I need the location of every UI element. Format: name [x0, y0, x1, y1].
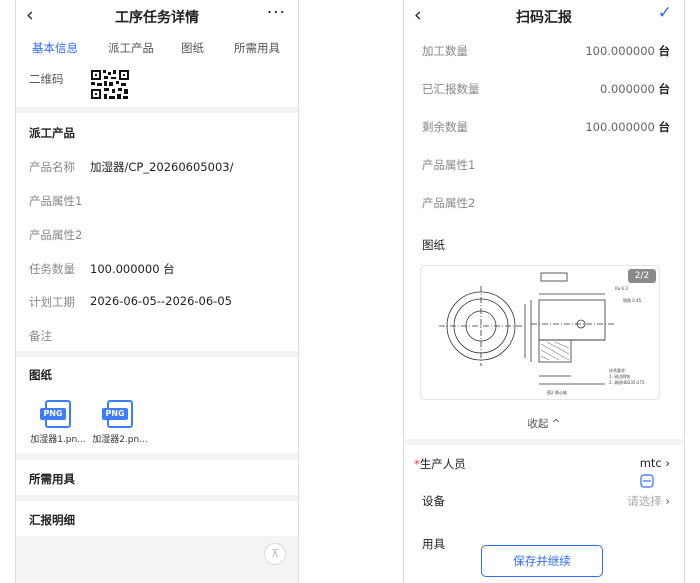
scan-report-screen: ‹ 扫码汇报 ✓ 加工数量 100.000000 台 已汇报数量 0.00000… [403, 0, 685, 583]
tools-card[interactable]: 所需用具 [16, 460, 298, 495]
drawing-label: 图纸 [422, 238, 445, 252]
info-row: 剩余数量 100.000000 台 [422, 120, 670, 134]
product-card: 派工产品 产品名称 加湿器/CP_20260605003/ 产品属性1 产品属性… [16, 113, 298, 351]
confirm-check-icon[interactable]: ✓ [658, 3, 672, 23]
svg-text:图2 隔心轴: 图2 隔心轴 [547, 389, 567, 395]
info-row: 加工数量 100.000000 台 [422, 44, 670, 58]
drawings-section-title: 图纸 [29, 368, 52, 382]
remaining-quantity-value: 100.000000 [585, 120, 655, 134]
svg-text:2. 调质HB235-275: 2. 调质HB235-275 [609, 379, 645, 385]
file-name: 加湿器1.pn... [30, 435, 86, 445]
tab-bar: 基本信息 派工产品 图纸 所需用具 [16, 32, 298, 62]
back-to-top-icon[interactable]: ⊼ [264, 543, 286, 565]
svg-text:Ra 6.3: Ra 6.3 [615, 286, 628, 291]
field-label: 产品名称 [29, 160, 75, 174]
field-label: 计划工期 [29, 295, 75, 309]
technical-drawing-image: Ra 6.3 倒角 0.45 技术要求 1. 锐边倒钝 2. 调质HB235-2… [439, 272, 645, 395]
tab-required-tools[interactable]: 所需用具 [234, 40, 280, 56]
save-and-continue-button[interactable]: 保存并继续 [481, 545, 603, 577]
drawing-page-badge: 2/2 [628, 269, 656, 283]
product-name-value: 加湿器/CP_20260605003/ [90, 160, 234, 174]
product-section-title: 派工产品 [29, 126, 75, 140]
drawing-preview[interactable]: Ra 6.3 倒角 0.45 技术要求 1. 锐边倒钝 2. 调质HB235-2… [420, 265, 660, 400]
qrcode-label: 二维码 [29, 72, 64, 86]
svg-text:倒角 0.45: 倒角 0.45 [623, 297, 642, 303]
png-file-icon: PNG [102, 400, 133, 428]
more-icon[interactable]: ··· [267, 3, 286, 23]
file-name: 加湿器2.pn... [92, 435, 148, 445]
production-staff-value: mtc [639, 456, 662, 470]
drawings-card: 图纸 PNG 加湿器1.pn... PNG 加湿器2.pn... [16, 357, 298, 453]
tools-section-title: 所需用具 [29, 472, 75, 486]
field-label: 任务数量 [29, 262, 75, 276]
tab-basic-info[interactable]: 基本信息 [32, 40, 78, 56]
equipment-label: 设备 [422, 494, 445, 508]
drawing-file-1[interactable]: PNG 加湿器1.pn... [28, 400, 88, 445]
report-section-title: 汇报明细 [29, 513, 75, 527]
task-quantity-value: 100.000000 台 [90, 262, 175, 276]
top-bar: ‹ 工序任务详情 ··· [16, 0, 298, 32]
info-row: 产品属性1 [422, 158, 476, 172]
qrcode-card: 二维码 [16, 62, 298, 107]
equipment-placeholder: 请选择 [627, 494, 662, 508]
tab-dispatched-products[interactable]: 派工产品 [108, 40, 154, 56]
field-label: 产品属性1 [29, 194, 83, 208]
top-bar: ‹ 扫码汇报 ✓ [404, 0, 684, 32]
chevron-right-icon: › [665, 456, 670, 470]
qrcode-icon[interactable] [90, 69, 130, 100]
processed-quantity-value: 100.000000 [585, 44, 655, 58]
png-file-icon: PNG [40, 400, 71, 428]
task-detail-screen: ‹ 工序任务详情 ··· 基本信息 派工产品 图纸 所需用具 二维码 派工产品 … [15, 0, 299, 583]
info-row: 产品属性2 [422, 196, 476, 210]
svg-text:1. 锐边倒钝: 1. 锐边倒钝 [609, 373, 630, 379]
planned-period-value: 2026-06-05--2026-06-05 [90, 294, 232, 308]
tab-drawings[interactable]: 图纸 [181, 40, 204, 56]
field-label: 产品属性2 [29, 228, 83, 242]
chevron-right-icon: › [665, 494, 670, 508]
tools-label: 用具 [422, 537, 445, 551]
scan-frame-icon[interactable] [638, 473, 656, 491]
info-row: 已汇报数量 0.000000 台 [422, 82, 670, 96]
page-title: 工序任务详情 [115, 10, 199, 26]
drawing-file-2[interactable]: PNG 加湿器2.pn... [90, 400, 150, 445]
svg-text:技术要求: 技术要求 [609, 367, 625, 373]
reported-quantity-value: 0.000000 [599, 82, 655, 96]
field-label: 备注 [29, 329, 52, 343]
report-details-card[interactable]: 汇报明细 [16, 501, 298, 536]
screenshot-stage: ‹ 工序任务详情 ··· 基本信息 派工产品 图纸 所需用具 二维码 派工产品 … [0, 0, 700, 583]
collapse-toggle[interactable]: 收起 ^ [404, 416, 684, 431]
page-title: 扫码汇报 [516, 10, 572, 26]
